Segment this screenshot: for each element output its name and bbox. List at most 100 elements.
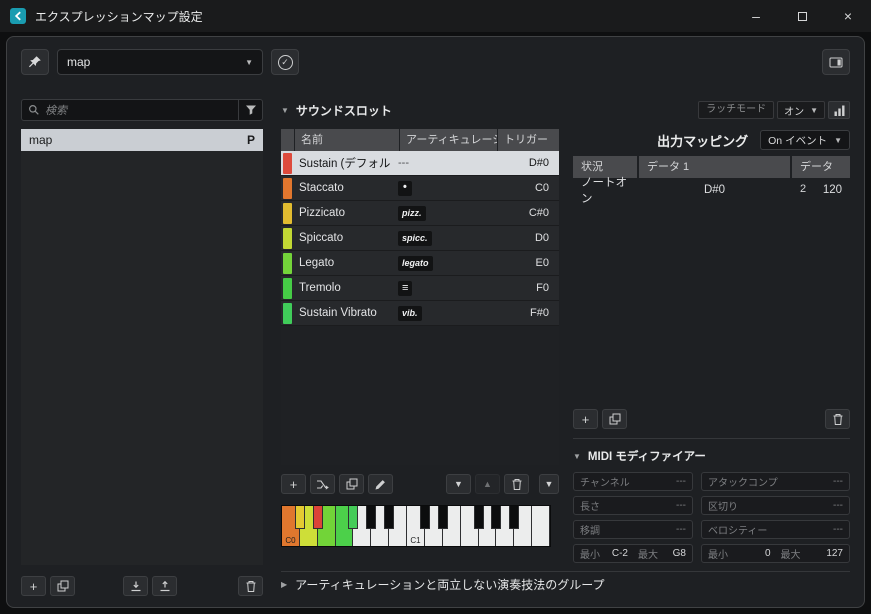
- piano-key-F#1[interactable]: [474, 506, 484, 529]
- column-header-name[interactable]: 名前: [295, 129, 399, 151]
- midi-field-length[interactable]: 長さ---: [573, 496, 693, 515]
- midi-field-separator[interactable]: 区切り---: [701, 496, 850, 515]
- column-header-trigger[interactable]: トリガー: [498, 129, 559, 151]
- search-input[interactable]: 検索: [21, 99, 263, 121]
- export-map-button[interactable]: [152, 576, 177, 596]
- plus-icon: +: [582, 413, 590, 426]
- arrow-up-icon: ▲: [483, 480, 492, 489]
- piano-key-C#1[interactable]: [420, 506, 430, 529]
- delete-map-button[interactable]: [238, 576, 263, 596]
- slot-row-legato[interactable]: Legato legato E0: [281, 251, 559, 276]
- incompatible-group-title: アーティキュレーションと両立しない演奏技法のグループ: [295, 576, 604, 593]
- maximize-button[interactable]: [779, 0, 825, 32]
- output-mapping-row[interactable]: ノートオン D#0 120: [573, 178, 850, 202]
- slot-options-button[interactable]: ▼: [539, 474, 559, 494]
- piano-key-C#0[interactable]: [295, 506, 305, 529]
- piano-keyboard[interactable]: C0 C1: [281, 505, 551, 547]
- slot-row-sustain-vibrato[interactable]: Sustain Vibrato vib. F#0: [281, 301, 559, 326]
- pin-button[interactable]: [21, 49, 49, 75]
- search-icon: [28, 104, 40, 116]
- midi-field-velocity[interactable]: ベロシティー---: [701, 520, 850, 539]
- window-title: エクスプレッションマップ設定: [35, 8, 733, 25]
- key-label-C1: C1: [407, 536, 424, 545]
- column-header-color: [281, 129, 294, 151]
- activate-map-button[interactable]: ✓: [271, 49, 299, 75]
- add-map-button[interactable]: +: [21, 576, 46, 596]
- collapse-caret-icon[interactable]: ▼: [573, 452, 581, 461]
- event-type-dropdown[interactable]: On イベント ▼: [760, 130, 850, 150]
- trash-icon: [511, 478, 523, 491]
- chevron-down-icon: ▼: [545, 480, 554, 489]
- column-header-articulation[interactable]: アーティキュレーシ: [400, 129, 497, 151]
- output-spacer: [573, 202, 850, 409]
- incompatible-group-section[interactable]: ▶ アーティキュレーションと両立しない演奏技法のグループ: [281, 571, 850, 597]
- merge-slots-button[interactable]: [310, 474, 335, 494]
- list-item-badge: P: [247, 133, 255, 147]
- edit-slot-button[interactable]: [368, 474, 393, 494]
- midi-modifier-grid: チャンネル--- アタックコンプ--- 長さ--- 区切り---: [573, 472, 850, 563]
- piano-key-G#0[interactable]: [366, 506, 376, 529]
- collapse-caret-icon: ▶: [281, 580, 287, 589]
- piano-key-F#0[interactable]: [348, 506, 358, 529]
- articulation-chip: vib.: [398, 306, 422, 321]
- duplicate-icon: [346, 478, 358, 490]
- close-button[interactable]: ×: [825, 0, 871, 32]
- midi-field-channel[interactable]: チャンネル---: [573, 472, 693, 491]
- note-range-field[interactable]: 最小 C-2 最大 G8: [573, 544, 693, 563]
- slot-color-strip: [281, 151, 294, 175]
- move-slot-up-button[interactable]: ▲: [475, 474, 500, 494]
- app-logo-icon: [10, 8, 26, 24]
- output-mapping-header: 出力マッピング On イベント ▼: [573, 129, 850, 151]
- remote-keys-button[interactable]: [828, 101, 850, 119]
- collapse-caret-icon[interactable]: ▼: [281, 106, 289, 115]
- column-header-data2[interactable]: データ 2: [792, 156, 850, 178]
- move-slot-down-button[interactable]: ▼: [446, 474, 471, 494]
- import-icon: [130, 580, 142, 592]
- slot-row-sustain[interactable]: Sustain (デフォル --- D#0: [281, 151, 559, 176]
- piano-key-D#0[interactable]: [313, 506, 323, 529]
- plus-icon: +: [30, 580, 38, 593]
- slot-row-pizzicato[interactable]: Pizzicato pizz. C#0: [281, 201, 559, 226]
- output-mapping-title: 出力マッピング: [657, 131, 748, 150]
- midi-field-transpose[interactable]: 移調---: [573, 520, 693, 539]
- midi-field-attack[interactable]: アタックコンプ---: [701, 472, 850, 491]
- duplicate-output-button[interactable]: [602, 409, 627, 429]
- midi-modifier-section: ▼ MIDI モディファイアー チャンネル--- アタックコンプ--- 長: [573, 438, 850, 563]
- minimize-icon: –: [752, 8, 760, 24]
- delete-output-button[interactable]: [825, 409, 850, 429]
- slot-row-spiccato[interactable]: Spiccato spicc. D0: [281, 226, 559, 251]
- piano-key-G#1[interactable]: [491, 506, 501, 529]
- funnel-icon: [245, 104, 257, 116]
- articulation-value: ---: [398, 157, 409, 169]
- import-map-button[interactable]: [123, 576, 148, 596]
- slot-row-tremolo[interactable]: Tremolo ≡ F0: [281, 276, 559, 301]
- filter-button[interactable]: [238, 100, 262, 120]
- key-label-C0: C0: [282, 536, 299, 545]
- piano-key-C2[interactable]: [532, 506, 550, 546]
- slots-table-header: 名前 アーティキュレーシ トリガー: [281, 129, 559, 151]
- maximize-icon: [798, 12, 807, 21]
- articulation-chip: ≡: [398, 281, 412, 296]
- piano-key-A#1[interactable]: [509, 506, 519, 529]
- slot-row-staccato[interactable]: Staccato • C0: [281, 176, 559, 201]
- maps-list: map P: [21, 129, 263, 565]
- map-select-dropdown[interactable]: map ▼: [57, 49, 263, 75]
- titlebar: エクスプレッションマップ設定 – ×: [0, 0, 871, 32]
- add-output-button[interactable]: +: [573, 409, 598, 429]
- slots-table: 名前 アーティキュレーシ トリガー Sustain (デフォル --- D#0: [281, 129, 559, 465]
- delete-slot-button[interactable]: [504, 474, 529, 494]
- duplicate-map-button[interactable]: [50, 576, 75, 596]
- midi-modifier-header: ▼ MIDI モディファイアー: [573, 448, 850, 464]
- articulation-chip: pizz.: [398, 206, 426, 221]
- list-item-map[interactable]: map P: [21, 129, 263, 151]
- panel-toggle-button[interactable]: [822, 49, 850, 75]
- piano-key-A#0[interactable]: [384, 506, 394, 529]
- column-header-data1[interactable]: データ 1: [639, 156, 790, 178]
- add-slot-button[interactable]: +: [281, 474, 306, 494]
- minimize-button[interactable]: –: [733, 0, 779, 32]
- velocity-range-field[interactable]: 最小 0 最大 127: [701, 544, 850, 563]
- latch-mode-dropdown[interactable]: オン ▼: [777, 101, 825, 119]
- piano-key-D#1[interactable]: [438, 506, 448, 529]
- duplicate-slot-button[interactable]: [339, 474, 364, 494]
- latch-mode-label: ラッチモード: [698, 101, 774, 119]
